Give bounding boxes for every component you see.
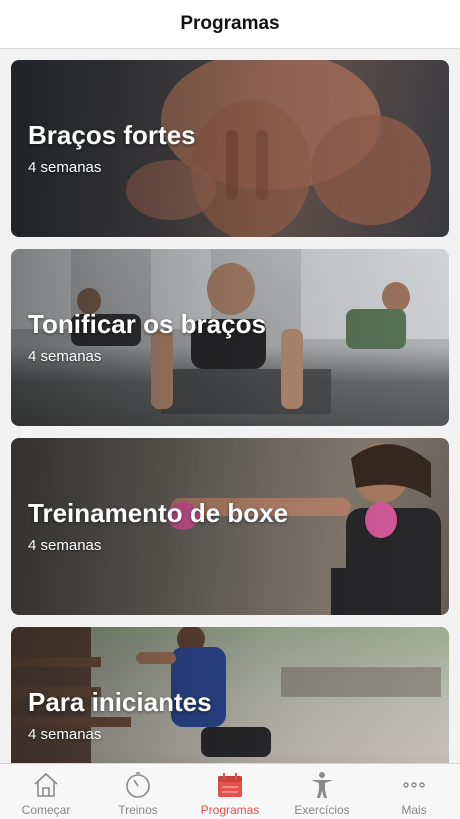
tab-label: Começar [21,803,71,817]
bottom-tab-bar: Começar Treinos Programas Exercícios Mai… [0,763,460,819]
tab-mais[interactable]: Mais [368,764,460,819]
tab-comecar[interactable]: Começar [0,764,92,819]
program-title: Tonificar os braços [28,309,266,339]
tab-programas[interactable]: Programas [184,764,276,819]
program-duration: 4 semanas [28,726,102,743]
program-card-treinamento-de-boxe[interactable]: Treinamento de boxe 4 semanas [11,438,449,615]
app-header: Programas [0,0,460,49]
program-duration: 4 semanas [28,159,102,176]
program-duration: 4 semanas [28,348,102,365]
program-card-bracos-fortes[interactable]: Braços fortes 4 semanas [11,60,449,237]
program-title: Para iniciantes [28,687,212,717]
tab-exercicios[interactable]: Exercícios [276,764,368,819]
home-icon [34,772,58,797]
program-title: Treinamento de boxe [28,498,289,528]
tab-label: Programas [200,803,260,817]
program-list[interactable]: Braços fortes 4 semanas Tonificar os bra… [0,49,460,763]
program-duration: 4 semanas [28,537,102,554]
tab-label: Treinos [118,803,158,817]
program-card-para-iniciantes[interactable]: Para iniciantes 4 semanas [11,627,449,763]
tab-label: Exercícios [294,803,350,817]
person-icon [311,772,333,798]
calendar-icon [218,773,242,797]
program-card-tonificar-os-bracos[interactable]: Tonificar os braços 4 semanas [11,249,449,426]
page-title: Programas [180,13,280,34]
tab-treinos[interactable]: Treinos [92,764,184,819]
more-dots-icon [403,782,425,788]
tab-label: Mais [401,803,427,817]
program-title: Braços fortes [28,120,196,150]
stopwatch-icon [126,772,150,798]
